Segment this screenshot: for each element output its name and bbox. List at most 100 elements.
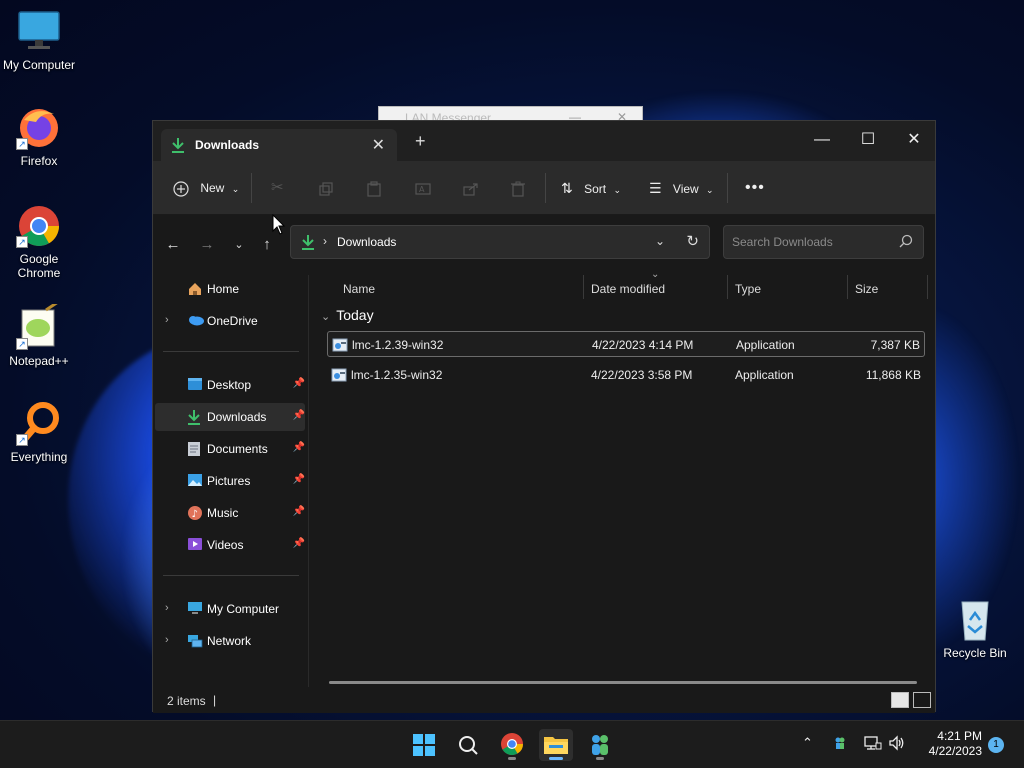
desktop-icon-firefox[interactable]: ↗ Firefox (0, 104, 78, 168)
taskbar-file-explorer[interactable] (539, 729, 573, 761)
column-header-size[interactable]: Size (855, 275, 878, 303)
tab-label: Downloads (195, 138, 260, 152)
more-options-button[interactable]: ••• (745, 175, 765, 201)
tab-downloads[interactable]: Downloads ✕ (161, 129, 397, 161)
search-input[interactable] (732, 234, 892, 250)
pin-icon[interactable]: 📌 (293, 538, 305, 549)
address-dropdown-icon[interactable]: ⌄ (655, 234, 665, 248)
magnifier-icon: ↗ (16, 400, 62, 446)
table-row[interactable]: lmc-1.2.39-win32 4/22/2023 4:14 PM Appli… (327, 331, 925, 357)
toolbar-divider (727, 173, 728, 203)
pin-icon[interactable]: 📌 (293, 474, 305, 485)
sidebar-item-videos[interactable]: Videos 📌 (155, 531, 305, 559)
back-button[interactable]: ← (161, 233, 185, 257)
tray-messenger-icon[interactable] (832, 735, 848, 754)
system-clock[interactable]: 4:21 PM 4/22/2023 (918, 729, 982, 759)
search-icon (899, 234, 913, 251)
sidebar-item-desktop[interactable]: Desktop 📌 (155, 371, 305, 399)
up-button[interactable]: ↑ (255, 233, 279, 257)
sidebar-item-downloads[interactable]: Downloads 📌 (155, 403, 305, 431)
start-button[interactable] (407, 729, 441, 761)
view-button[interactable]: ☰ View ⌄ (649, 175, 714, 201)
refresh-icon[interactable]: ↻ (686, 232, 699, 250)
large-icons-view-button[interactable] (913, 692, 931, 708)
details-view-button[interactable] (891, 692, 909, 708)
network-icon (187, 633, 203, 652)
sidebar-item-network[interactable]: › Network (155, 627, 305, 655)
chevron-right-icon[interactable]: › (165, 314, 169, 326)
sidebar-divider (163, 575, 299, 576)
network-icon[interactable] (864, 735, 882, 754)
chevron-right-icon[interactable]: › (165, 634, 169, 646)
sidebar-item-music[interactable]: ♪ Music 📌 (155, 499, 305, 527)
breadcrumb-downloads[interactable]: Downloads (337, 235, 396, 249)
ellipsis-icon: ••• (745, 179, 765, 196)
volume-icon[interactable] (888, 735, 906, 754)
search-button[interactable] (451, 729, 485, 761)
cut-button[interactable]: ✂ (271, 175, 284, 201)
delete-button[interactable] (511, 175, 525, 201)
column-header-date-modified[interactable]: Date modified (591, 275, 665, 303)
forward-button[interactable]: → (195, 233, 219, 257)
share-button[interactable] (463, 175, 479, 201)
sidebar-item-documents[interactable]: Documents 📌 (155, 435, 305, 463)
new-button[interactable]: New ⌄ (173, 175, 239, 201)
column-header-type[interactable]: Type (735, 275, 761, 303)
clock-time: 4:21 PM (937, 729, 982, 743)
chevron-right-icon[interactable]: › (165, 602, 169, 614)
minimize-button[interactable]: — (807, 127, 837, 153)
downloads-icon (171, 137, 185, 156)
sort-button[interactable]: ⇅ Sort ⌄ (561, 175, 621, 201)
sidebar-item-my-computer[interactable]: › My Computer (155, 595, 305, 623)
paste-button[interactable] (367, 175, 381, 201)
pin-icon[interactable]: 📌 (293, 410, 305, 421)
file-size: 11,868 KB (865, 368, 921, 382)
close-window-button[interactable]: ✕ (899, 127, 929, 153)
monitor-icon (16, 8, 62, 54)
new-tab-button[interactable]: + (415, 132, 426, 150)
maximize-button[interactable]: ☐ (853, 127, 883, 153)
sidebar-item-label: Pictures (207, 474, 251, 488)
status-separator: | (213, 693, 217, 707)
address-bar[interactable]: › Downloads ⌄ ↻ (290, 225, 710, 259)
table-row[interactable]: lmc-1.2.35-win32 4/22/2023 3:58 PM Appli… (327, 362, 925, 388)
pin-icon[interactable]: 📌 (293, 378, 305, 389)
clock-date: 4/22/2023 (928, 744, 982, 758)
desktop-icon-my-computer[interactable]: My Computer (0, 8, 78, 72)
desktop-icon-everything[interactable]: ↗ Everything (0, 400, 78, 464)
pin-icon[interactable]: 📌 (293, 442, 305, 453)
horizontal-scrollbar[interactable] (329, 681, 917, 684)
show-hidden-icons-button[interactable]: ⌃ (802, 735, 813, 751)
file-name: lmc-1.2.35-win32 (351, 368, 443, 382)
running-indicator (508, 757, 516, 760)
desktop-icon-google-chrome[interactable]: ↗ Google Chrome (0, 202, 78, 280)
recent-locations-button[interactable]: ⌄ (227, 233, 251, 257)
desktop-icon-notepad-plus-plus[interactable]: ↗ Notepad++ (0, 300, 78, 368)
taskbar-lan-messenger[interactable] (583, 729, 617, 761)
sidebar-item-label: Videos (207, 538, 244, 552)
column-header-name[interactable]: Name (343, 275, 375, 303)
close-tab-icon[interactable]: ✕ (372, 135, 385, 155)
sidebar-item-label: Music (207, 506, 239, 520)
sidebar-item-label: Desktop (207, 378, 252, 392)
chrome-icon: ↗ (16, 202, 62, 248)
search-icon (459, 736, 478, 755)
cloud-icon (187, 313, 205, 330)
copy-button[interactable] (319, 175, 333, 201)
notification-badge[interactable]: 1 (988, 737, 1004, 753)
sidebar-divider (163, 351, 299, 352)
pin-icon[interactable]: 📌 (293, 506, 305, 517)
column-divider[interactable] (927, 275, 928, 299)
clipboard-icon (367, 181, 381, 197)
column-divider[interactable] (847, 275, 848, 299)
desktop-icon-recycle-bin[interactable]: Recycle Bin (936, 596, 1014, 660)
search-box[interactable] (723, 225, 924, 259)
rename-button[interactable]: A (415, 175, 431, 201)
sidebar-item-home[interactable]: Home (155, 275, 305, 303)
group-header-today[interactable]: ⌄ Today (321, 307, 374, 323)
column-divider[interactable] (583, 275, 584, 299)
sidebar-item-pictures[interactable]: Pictures 📌 (155, 467, 305, 495)
column-divider[interactable] (727, 275, 728, 299)
sidebar-item-onedrive[interactable]: › OneDrive (155, 307, 305, 335)
taskbar-chrome[interactable] (495, 729, 529, 761)
